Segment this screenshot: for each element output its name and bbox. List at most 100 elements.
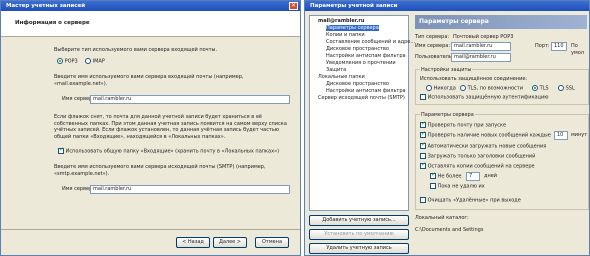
next-button[interactable]: Далее > bbox=[213, 237, 247, 248]
radio-ssl-label: SSL bbox=[565, 85, 575, 92]
auto-download-checkbox[interactable]: Автоматически загружать новые сообщения bbox=[420, 142, 547, 150]
username-input[interactable]: mail@rambler.ru bbox=[451, 53, 511, 62]
radio-tls-possible-icon bbox=[460, 85, 466, 91]
tree-junk-settings[interactable]: Настройки антиспам фильтра bbox=[326, 53, 406, 59]
security-group: Настройки защиты Использовать защищённое… bbox=[415, 67, 589, 105]
server-name-label: Имя сервера: bbox=[415, 43, 451, 49]
check-every-label: Проверять наличие новых сообщений каждые bbox=[427, 132, 551, 139]
secure-auth-label: Использовать защищённую аутентификацию bbox=[427, 94, 549, 101]
set-default-button[interactable]: Установить по умолчанию bbox=[309, 229, 409, 240]
radio-pop3-icon bbox=[57, 58, 63, 64]
tree-receipts[interactable]: Уведомления о прочтении bbox=[326, 60, 396, 66]
radio-tls-icon bbox=[532, 85, 538, 91]
checkbox-icon bbox=[420, 153, 426, 159]
close-icon[interactable]: ✕ bbox=[289, 2, 298, 10]
checkbox-icon bbox=[430, 183, 436, 189]
leave-copies-checkbox[interactable]: Оставлять копии сообщений на сервере bbox=[420, 162, 535, 170]
radio-tls-possible[interactable]: TLS, по возможности bbox=[460, 85, 523, 92]
server-params-title: Параметры сервера bbox=[420, 112, 475, 118]
radio-ssl[interactable]: SSL bbox=[558, 85, 575, 92]
check-on-start-label: Проверять почту при запуске bbox=[427, 122, 507, 129]
server-name-input[interactable]: mail.rambler.ru bbox=[451, 42, 511, 51]
at-most-checkbox[interactable]: Не более bbox=[430, 172, 462, 180]
port-input[interactable]: 110 bbox=[551, 42, 567, 51]
until-deleted-label: Пока не удалю их bbox=[437, 183, 485, 190]
tree-copies-folders[interactable]: Копии и папки bbox=[326, 32, 365, 38]
tree-composition[interactable]: Составление сообщений и адре... bbox=[326, 39, 415, 45]
checkbox-icon bbox=[420, 197, 426, 203]
radio-never-icon bbox=[426, 85, 432, 91]
leave-copies-label: Оставлять копии сообщений на сервере bbox=[427, 163, 535, 170]
radio-imap-label: IMAP bbox=[92, 58, 105, 65]
radio-tls-label: TLS bbox=[539, 85, 549, 92]
pane-title: Параметры сервера bbox=[415, 15, 587, 29]
account-settings-window: Параметры учетной записи mail@rambler.ru… bbox=[304, 0, 590, 256]
checkbox-icon bbox=[420, 162, 426, 169]
wizard-header: Информация о сервере bbox=[1, 11, 300, 37]
checkbox-icon bbox=[420, 131, 426, 138]
tree-server-settings[interactable]: Параметры сервера bbox=[326, 25, 379, 31]
headers-only-checkbox[interactable]: Загружать только заголовки сообщений bbox=[420, 153, 535, 160]
tree-outgoing-server[interactable]: Сервер исходящей почты (SMTP) bbox=[318, 95, 405, 101]
until-deleted-checkbox[interactable]: Пока не удалю их bbox=[430, 183, 485, 190]
tree-local-junk-settings[interactable]: Настройки антиспам фильтра bbox=[326, 88, 406, 94]
tree-disk-space[interactable]: Дисковое пространство bbox=[326, 46, 389, 52]
radio-imap[interactable]: IMAP bbox=[85, 58, 105, 65]
wizard-title: Мастер учетных записей bbox=[6, 3, 86, 9]
footer-divider bbox=[1, 229, 300, 230]
minutes-label: минут bbox=[571, 132, 588, 138]
secure-auth-checkbox[interactable]: Использовать защищённую аутентификацию bbox=[420, 94, 548, 101]
global-inbox-desc: Если флажок снят, то почта для данной уч… bbox=[54, 114, 287, 140]
checkbox-icon bbox=[420, 121, 426, 128]
server-type-label: Тип сервера: bbox=[415, 34, 450, 40]
checkbox-icon bbox=[58, 147, 64, 154]
tree-security[interactable]: Защита bbox=[326, 67, 346, 73]
account-wizard-window: Мастер учетных записей ✕ Информация о се… bbox=[0, 0, 301, 256]
tree-local-folders[interactable]: Локальные папки bbox=[318, 74, 365, 80]
incoming-desc: Введите имя используемого вами сервера в… bbox=[54, 74, 244, 87]
radio-tls[interactable]: TLS bbox=[532, 85, 549, 92]
empty-trash-label: Очищать «Удалённые» при выходе bbox=[427, 197, 521, 204]
remove-account-button[interactable]: Удалить учетную запись bbox=[309, 243, 409, 254]
local-dir-label: Локальный каталог: bbox=[415, 215, 469, 221]
check-on-start-checkbox[interactable]: Проверять почту при запуске bbox=[420, 121, 507, 129]
secure-connection-label: Использовать защищённое соединение: bbox=[420, 76, 528, 82]
security-group-title: Настройки защиты bbox=[420, 67, 473, 73]
global-inbox-checkbox[interactable]: Использовать общую папку «Входящие» (хра… bbox=[58, 147, 298, 155]
headers-only-label: Загружать только заголовки сообщений bbox=[427, 153, 536, 160]
radio-pop3[interactable]: POP3 bbox=[57, 58, 78, 65]
back-button[interactable]: < Назад bbox=[176, 237, 210, 248]
checkbox-icon bbox=[430, 172, 436, 179]
checkbox-icon bbox=[420, 94, 426, 100]
account-tree: mail@rambler.ru Параметры сервера Копии … bbox=[309, 15, 415, 211]
minutes-input[interactable]: 10 bbox=[554, 131, 568, 140]
server-type-value: Почтовый сервер POP3 bbox=[453, 34, 514, 40]
tree-account[interactable]: mail@rambler.ru bbox=[318, 18, 364, 24]
tree-local-disk-space[interactable]: Дисковое пространство bbox=[326, 81, 389, 87]
wizard-heading: Информация о сервере bbox=[15, 20, 90, 26]
incoming-server-input[interactable]: mail.rambler.ru bbox=[90, 95, 290, 104]
at-most-label: Не более bbox=[437, 173, 462, 180]
port-label: Порт: bbox=[535, 43, 550, 49]
local-dir-value: C:\Documents and Settings bbox=[415, 227, 484, 233]
check-every-checkbox[interactable]: Проверять наличие новых сообщений каждые bbox=[420, 131, 551, 139]
outgoing-desc: Введите имя используемого вами сервера и… bbox=[54, 164, 266, 177]
radio-never-label: Никогда bbox=[433, 85, 456, 92]
port-default: По умол bbox=[571, 43, 584, 56]
wizard-titlebar: Мастер учетных записей bbox=[1, 1, 300, 11]
outgoing-server-input[interactable]: mail.rambler.ru bbox=[90, 185, 290, 194]
add-account-button[interactable]: Добавить учетную запись... bbox=[309, 215, 409, 226]
radio-imap-icon bbox=[85, 58, 91, 64]
username-label: Пользователь: bbox=[415, 54, 454, 60]
server-params-group: Параметры сервера Проверять почту при за… bbox=[415, 112, 589, 210]
settings-titlebar: Параметры учетной записи bbox=[305, 1, 589, 11]
radio-ssl-icon bbox=[558, 85, 564, 91]
server-type-intro: Выберите тип используемого вами сервера … bbox=[54, 47, 218, 53]
days-label: дней bbox=[484, 173, 498, 179]
radio-pop3-label: POP3 bbox=[64, 58, 78, 65]
radio-never[interactable]: Никогда bbox=[426, 85, 456, 92]
empty-trash-checkbox[interactable]: Очищать «Удалённые» при выходе bbox=[420, 197, 521, 204]
auto-download-label: Автоматически загружать новые сообщения bbox=[427, 143, 547, 150]
cancel-button[interactable]: Отмена bbox=[255, 237, 289, 248]
days-input[interactable]: 7 bbox=[466, 172, 480, 181]
